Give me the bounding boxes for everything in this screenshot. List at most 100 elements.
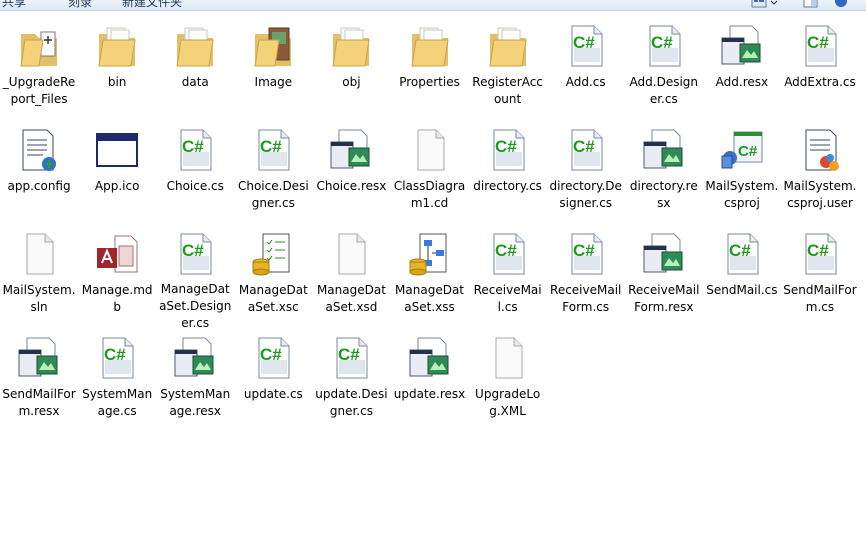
blank-file-icon bbox=[483, 332, 533, 384]
csharp-file-icon: C# bbox=[795, 20, 845, 72]
file-item[interactable]: C# directory.cs bbox=[469, 124, 547, 228]
csproj-file-icon: C# bbox=[717, 124, 767, 176]
file-item[interactable]: ManageDataSet.xsd bbox=[312, 228, 390, 332]
file-item[interactable]: C# SendMail.cs bbox=[703, 228, 781, 332]
csharp-file-icon: C# bbox=[561, 124, 611, 176]
file-name-label: SystemManage.cs bbox=[82, 387, 153, 418]
svg-text:C#: C# bbox=[807, 241, 829, 260]
file-item[interactable]: _UpgradeReport_Files bbox=[0, 20, 78, 124]
file-name-label: obj bbox=[342, 75, 361, 89]
resx-file-icon bbox=[639, 228, 689, 280]
file-item[interactable]: App.ico bbox=[78, 124, 156, 228]
file-item[interactable]: C# update.Designer.cs bbox=[312, 332, 390, 436]
file-name-label: ReceiveMailForm.resx bbox=[628, 283, 700, 314]
file-name-label: Add.Designer.cs bbox=[629, 75, 699, 106]
csproj-user-file-icon bbox=[795, 124, 845, 176]
file-item[interactable]: C# SystemManage.cs bbox=[78, 332, 156, 436]
file-item[interactable]: obj bbox=[312, 20, 390, 124]
file-item[interactable]: C# Add.cs bbox=[547, 20, 625, 124]
file-name-label: Add.cs bbox=[565, 75, 606, 89]
svg-text:C#: C# bbox=[738, 143, 758, 160]
csharp-file-icon: C# bbox=[561, 20, 611, 72]
csharp-file-icon: C# bbox=[170, 228, 220, 279]
preview-pane-icon[interactable] bbox=[802, 0, 820, 8]
file-item[interactable]: C# ReceiveMailForm.cs bbox=[547, 228, 625, 332]
file-item[interactable]: C# ReceiveMail.cs bbox=[469, 228, 547, 332]
access-db-icon bbox=[92, 228, 142, 280]
file-item[interactable]: SendMailForm.resx bbox=[0, 332, 78, 436]
file-item[interactable]: ManageDataSet.xsc bbox=[234, 228, 312, 332]
file-item[interactable]: C# MailSystem.csproj bbox=[703, 124, 781, 228]
file-item[interactable]: C# SendMailForm.cs bbox=[781, 228, 859, 332]
share-button[interactable]: 共享 bbox=[2, 0, 26, 9]
csharp-file-icon: C# bbox=[561, 228, 611, 280]
file-name-label: update.Designer.cs bbox=[315, 387, 388, 418]
file-item[interactable]: ReceiveMailForm.resx bbox=[625, 228, 703, 332]
new-folder-button[interactable]: 新建文件夹 bbox=[122, 0, 182, 9]
config-file-icon bbox=[14, 124, 64, 176]
file-name-label: directory.resx bbox=[629, 179, 698, 210]
file-name-label: Manage.mdb bbox=[81, 283, 153, 314]
file-name-label: SendMailForm.resx bbox=[2, 387, 76, 418]
file-item[interactable]: C# directory.Designer.cs bbox=[547, 124, 625, 228]
file-name-label: ClassDiagram1.cd bbox=[393, 179, 466, 210]
file-item[interactable]: Image bbox=[234, 20, 312, 124]
file-item[interactable]: data bbox=[156, 20, 234, 124]
file-item[interactable]: directory.resx bbox=[625, 124, 703, 228]
file-item[interactable]: ClassDiagram1.cd bbox=[390, 124, 468, 228]
help-icon[interactable] bbox=[832, 0, 850, 8]
svg-text:C#: C# bbox=[495, 241, 517, 260]
file-name-label: Image bbox=[254, 75, 293, 89]
file-item[interactable]: C# Choice.Designer.cs bbox=[234, 124, 312, 228]
svg-text:C#: C# bbox=[338, 345, 360, 364]
file-name-label: ReceiveMail.cs bbox=[473, 283, 542, 314]
svg-text:C#: C# bbox=[260, 137, 282, 156]
file-item[interactable]: MailSystem.sln bbox=[0, 228, 78, 332]
folder-file-icon bbox=[14, 20, 64, 72]
file-item[interactable]: UpgradeLog.XML bbox=[469, 332, 547, 436]
resx-file-icon bbox=[405, 332, 455, 384]
file-item[interactable]: C# Add.Designer.cs bbox=[625, 20, 703, 124]
svg-text:C#: C# bbox=[807, 33, 829, 52]
resx-file-icon bbox=[170, 332, 220, 384]
file-name-label: data bbox=[181, 75, 209, 89]
file-item[interactable]: bin bbox=[78, 20, 156, 124]
file-item[interactable]: MailSystem.csproj.user bbox=[781, 124, 859, 228]
svg-text:C#: C# bbox=[573, 241, 595, 260]
file-name-label: SystemManage.resx bbox=[160, 387, 231, 418]
burn-button[interactable]: 刻录 bbox=[68, 0, 92, 9]
csharp-file-icon: C# bbox=[92, 332, 142, 384]
svg-text:C#: C# bbox=[182, 241, 204, 260]
file-item[interactable]: Choice.resx bbox=[312, 124, 390, 228]
toolbar: 共享 刻录 新建文件夹 bbox=[0, 0, 866, 11]
csharp-file-icon: C# bbox=[248, 124, 298, 176]
file-item[interactable]: C# Choice.cs bbox=[156, 124, 234, 228]
file-name-label: bin bbox=[107, 75, 127, 89]
svg-text:C#: C# bbox=[182, 137, 204, 156]
file-item[interactable]: Manage.mdb bbox=[78, 228, 156, 332]
file-name-label: SendMail.cs bbox=[706, 283, 778, 297]
file-name-label: RegisterAccount bbox=[472, 75, 543, 106]
file-item[interactable]: Add.resx bbox=[703, 20, 781, 124]
resx-file-icon bbox=[717, 20, 767, 72]
file-name-label: Choice.resx bbox=[316, 179, 387, 193]
view-options-icon[interactable] bbox=[750, 0, 780, 8]
file-item[interactable]: C# update.cs bbox=[234, 332, 312, 436]
file-item[interactable]: update.resx bbox=[390, 332, 468, 436]
file-item[interactable]: SystemManage.resx bbox=[156, 332, 234, 436]
file-item[interactable]: app.config bbox=[0, 124, 78, 228]
file-item[interactable]: C# ManageDataSet.Designer.cs bbox=[156, 228, 234, 332]
file-name-label: AddExtra.cs bbox=[784, 75, 856, 89]
csharp-file-icon: C# bbox=[248, 332, 298, 384]
file-name-label: ManageDataSet.xsd bbox=[316, 283, 386, 314]
file-item[interactable]: Properties bbox=[390, 20, 468, 124]
dataset-checklist-icon bbox=[248, 228, 298, 280]
file-name-label: directory.Designer.cs bbox=[549, 179, 622, 210]
file-item[interactable]: ManageDataSet.xss bbox=[390, 228, 468, 332]
svg-text:C#: C# bbox=[729, 241, 751, 260]
file-item[interactable]: RegisterAccount bbox=[469, 20, 547, 124]
svg-text:C#: C# bbox=[260, 345, 282, 364]
file-name-label: app.config bbox=[7, 179, 71, 193]
csharp-file-icon: C# bbox=[483, 124, 533, 176]
file-item[interactable]: C# AddExtra.cs bbox=[781, 20, 859, 124]
